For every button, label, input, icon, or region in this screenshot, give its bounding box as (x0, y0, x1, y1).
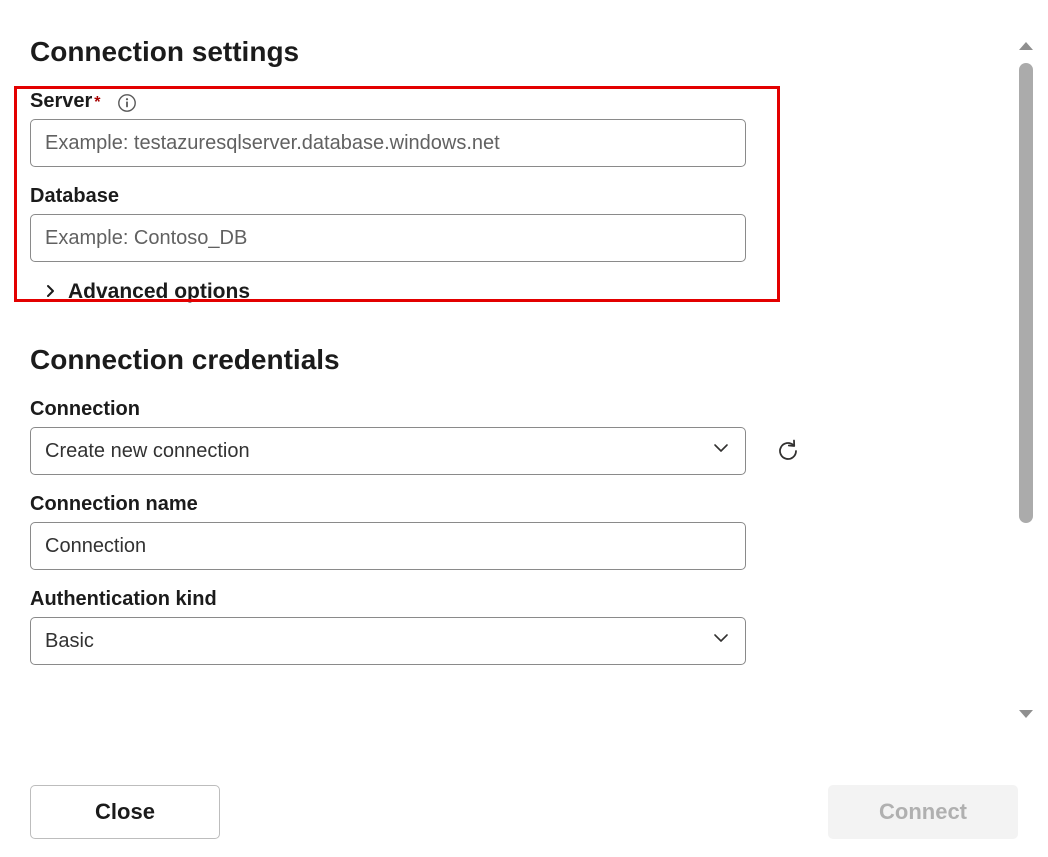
chevron-right-icon (44, 283, 58, 301)
server-label: Server (30, 90, 92, 113)
advanced-options-toggle[interactable]: Advanced options (44, 280, 930, 304)
server-required-mark: * (94, 94, 100, 111)
refresh-icon (773, 436, 803, 466)
connection-credentials-heading: Connection credentials (30, 344, 930, 376)
database-input[interactable] (30, 214, 746, 262)
server-input[interactable] (30, 119, 746, 167)
scrollbar[interactable] (1012, 38, 1040, 727)
footer-bar: Close Connect (0, 767, 1048, 857)
auth-kind-select-value: Basic (45, 630, 94, 653)
connection-name-input[interactable] (30, 522, 746, 570)
connection-name-label: Connection name (30, 493, 198, 516)
database-label: Database (30, 185, 119, 208)
connection-settings-heading: Connection settings (30, 36, 930, 68)
refresh-button[interactable] (770, 433, 806, 469)
scroll-up-icon[interactable] (1017, 38, 1035, 57)
close-button[interactable]: Close (30, 785, 220, 839)
connection-select-value: Create new connection (45, 440, 250, 463)
chevron-down-icon (711, 438, 731, 464)
connection-select[interactable]: Create new connection (30, 427, 746, 475)
connection-label: Connection (30, 398, 140, 421)
auth-kind-select[interactable]: Basic (30, 617, 746, 665)
chevron-down-icon (711, 628, 731, 654)
info-icon[interactable] (117, 93, 137, 113)
auth-kind-label: Authentication kind (30, 588, 217, 611)
scrollbar-thumb[interactable] (1019, 63, 1033, 523)
advanced-options-label: Advanced options (68, 280, 250, 304)
connect-button[interactable]: Connect (828, 785, 1018, 839)
scroll-down-icon[interactable] (1017, 708, 1035, 727)
